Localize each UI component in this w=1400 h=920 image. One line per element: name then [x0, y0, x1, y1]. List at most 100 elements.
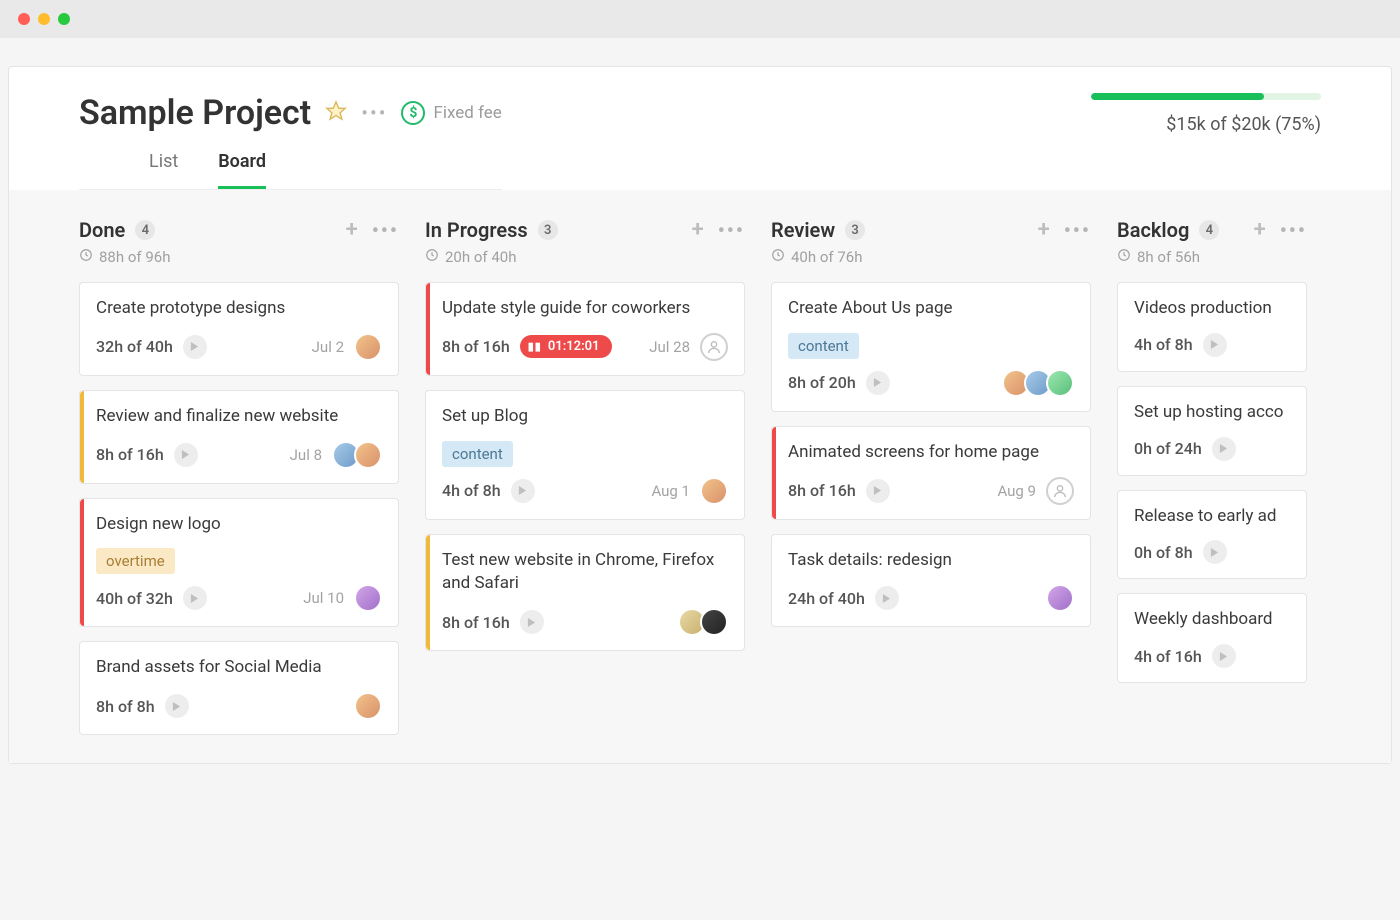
card-hours: 8h of 20h — [788, 373, 856, 392]
column-more-icon[interactable]: ••• — [372, 218, 399, 242]
card-title: Release to early ad — [1134, 505, 1290, 529]
card-title: Videos production — [1134, 297, 1290, 321]
add-card-icon[interactable]: + — [1038, 219, 1050, 241]
assignee-avatar[interactable] — [1046, 584, 1074, 612]
play-button[interactable] — [1212, 644, 1236, 668]
card-title: Create About Us page — [788, 297, 1074, 321]
task-card[interactable]: Review and finalize new website8h of 16h… — [79, 390, 399, 484]
fee-label: Fixed fee — [433, 103, 501, 123]
tab-board[interactable]: Board — [218, 151, 266, 189]
task-card[interactable]: Set up Blogcontent4h of 8hAug 1 — [425, 390, 745, 520]
task-card[interactable]: Set up hosting acco 0h of 24h — [1117, 386, 1307, 476]
play-button[interactable] — [174, 443, 198, 467]
card-title: Animated screens for home page — [788, 441, 1074, 465]
play-button[interactable] — [1203, 540, 1227, 564]
clock-icon — [425, 248, 439, 266]
play-button[interactable] — [183, 586, 207, 610]
window-titlebar — [0, 0, 1400, 38]
task-card[interactable]: Design new logo overtime 40h of 32h Jul 10 — [79, 498, 399, 628]
play-button[interactable] — [183, 335, 207, 359]
assignee-avatar[interactable] — [354, 692, 382, 720]
card-title: Test new website in Chrome, Firefox and … — [442, 549, 728, 597]
card-tag: content — [788, 333, 859, 359]
assignee-avatar[interactable] — [354, 584, 382, 612]
assignee-avatar[interactable] — [700, 608, 728, 636]
assignee-avatar[interactable] — [354, 333, 382, 361]
task-card[interactable]: Create About Us page content 8h of 20h — [771, 282, 1091, 412]
board-column: Done 4 + ••• 88h of 96h Create prototype… — [79, 218, 399, 735]
column-hours: 88h of 96h — [99, 248, 170, 266]
assignee-placeholder-icon[interactable] — [1046, 477, 1074, 505]
column-more-icon[interactable]: ••• — [1064, 218, 1091, 242]
currency-icon: $ — [401, 101, 425, 125]
play-button[interactable] — [511, 479, 535, 503]
task-card[interactable]: Release to early ad0h of 8h — [1117, 490, 1307, 580]
play-button[interactable] — [866, 479, 890, 503]
window-maximize-icon[interactable] — [58, 13, 70, 25]
card-hours: 0h of 24h — [1134, 439, 1202, 458]
card-avatars — [354, 333, 382, 361]
task-card[interactable]: Animated screens for home page 8h of 16h A… — [771, 426, 1091, 520]
column-title: Backlog — [1117, 218, 1189, 242]
column-hours: 20h of 40h — [445, 248, 516, 266]
card-tag: overtime — [96, 548, 175, 574]
column-count-badge: 4 — [1199, 220, 1219, 240]
add-card-icon[interactable]: + — [692, 219, 704, 241]
window-close-icon[interactable] — [18, 13, 30, 25]
column-title: Review — [771, 218, 835, 242]
card-tag: content — [442, 441, 513, 467]
card-avatars — [1046, 584, 1074, 612]
tab-list[interactable]: List — [149, 151, 178, 189]
add-card-icon[interactable]: + — [1254, 219, 1266, 241]
task-card[interactable]: Weekly dashboard4h of 16h — [1117, 593, 1307, 683]
card-date: Aug 9 — [997, 482, 1036, 500]
card-title: Set up Blog — [442, 405, 728, 429]
card-hours: 8h of 16h — [442, 613, 510, 632]
card-stripe — [426, 535, 430, 651]
task-card[interactable]: Create prototype designs32h of 40hJul 2 — [79, 282, 399, 376]
window-minimize-icon[interactable] — [38, 13, 50, 25]
card-stripe — [80, 499, 84, 627]
column-more-icon[interactable]: ••• — [1280, 218, 1307, 242]
card-title: Design new logo — [96, 513, 382, 537]
play-button[interactable] — [165, 694, 189, 718]
timer-badge[interactable]: ▮▮01:12:01 — [520, 335, 612, 358]
play-button[interactable] — [1203, 333, 1227, 357]
pause-icon: ▮▮ — [528, 340, 542, 353]
task-card[interactable]: Test new website in Chrome, Firefox and … — [425, 534, 745, 652]
column-more-icon[interactable]: ••• — [718, 218, 745, 242]
card-date: Jul 8 — [290, 446, 322, 464]
card-title: Task details: redesign — [788, 549, 1074, 573]
budget-widget: $15k of $20k (75%) — [1091, 93, 1321, 135]
task-card[interactable]: Task details: redesign24h of 40h — [771, 534, 1091, 628]
column-hours: 40h of 76h — [791, 248, 862, 266]
assignee-avatar[interactable] — [354, 441, 382, 469]
task-card[interactable]: Update style guide for coworkers8h of 16… — [425, 282, 745, 376]
card-date: Jul 10 — [303, 589, 344, 607]
card-hours: 40h of 32h — [96, 589, 173, 608]
task-card[interactable]: Brand assets for Social Media8h of 8h — [79, 641, 399, 735]
card-stripe — [80, 391, 84, 483]
card-avatars — [1002, 369, 1074, 397]
play-button[interactable] — [520, 610, 544, 634]
assignee-avatar[interactable] — [1046, 369, 1074, 397]
project-title: Sample Project — [79, 93, 311, 133]
play-button[interactable] — [875, 586, 899, 610]
add-card-icon[interactable]: + — [346, 219, 358, 241]
card-hours: 8h of 16h — [788, 481, 856, 500]
column-title: Done — [79, 218, 125, 242]
card-title: Create prototype designs — [96, 297, 382, 321]
play-button[interactable] — [1212, 437, 1236, 461]
task-card[interactable]: Videos production4h of 8h — [1117, 282, 1307, 372]
clock-icon — [79, 248, 93, 266]
card-avatars — [354, 692, 382, 720]
assignee-avatar[interactable] — [700, 477, 728, 505]
card-title: Weekly dashboard — [1134, 608, 1290, 632]
column-hours: 8h of 56h — [1137, 248, 1200, 266]
play-button[interactable] — [866, 371, 890, 395]
more-icon[interactable]: ••• — [361, 101, 387, 125]
card-title: Set up hosting acco — [1134, 401, 1290, 425]
board-column: Backlog 4 + ••• 8h of 56h Videos product… — [1117, 218, 1307, 735]
assignee-placeholder-icon[interactable] — [700, 333, 728, 361]
star-icon[interactable] — [325, 100, 347, 126]
